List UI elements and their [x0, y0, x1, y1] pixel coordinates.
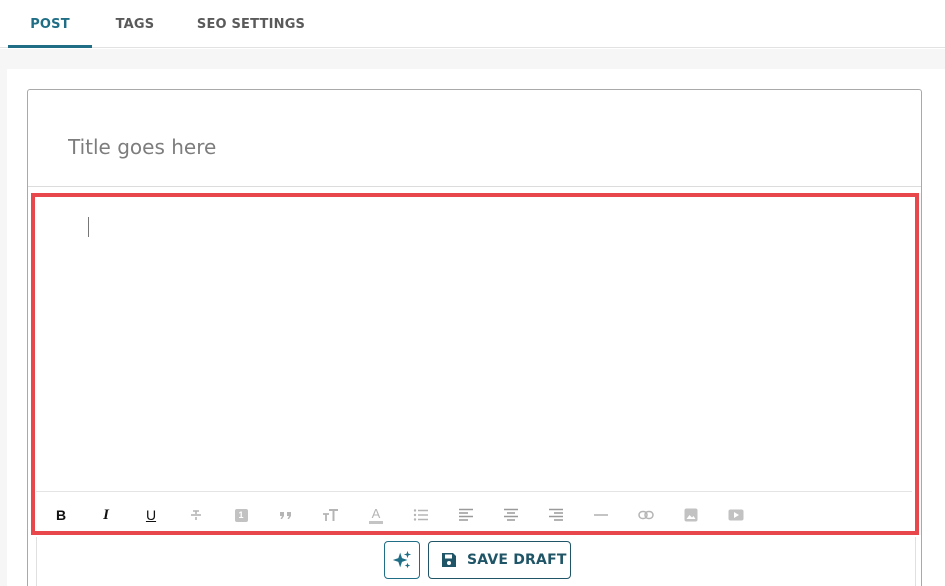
bold-button[interactable]: B: [49, 503, 73, 527]
link-icon: [638, 510, 654, 520]
align-right-icon: [549, 508, 563, 521]
save-draft-button[interactable]: SAVE DRAFT: [428, 541, 571, 579]
align-left-icon: [459, 508, 473, 521]
font-size-button[interactable]: [319, 503, 343, 527]
text-color-icon: A: [369, 507, 383, 524]
tab-tags[interactable]: TAGS: [104, 0, 166, 48]
italic-button[interactable]: I: [94, 503, 118, 527]
underline-button[interactable]: U: [139, 503, 163, 527]
tab-seo-settings[interactable]: SEO SETTINGS: [190, 0, 312, 48]
text-color-button[interactable]: A: [364, 503, 388, 527]
align-right-button[interactable]: [544, 503, 568, 527]
video-button[interactable]: [724, 503, 748, 527]
bold-icon: B: [55, 507, 67, 523]
title-input[interactable]: [68, 130, 768, 164]
numbered-box-icon: 1: [234, 508, 248, 522]
strikethrough-icon: [191, 510, 201, 520]
tab-bar: POST TAGS SEO SETTINGS: [0, 0, 945, 48]
body-editor[interactable]: [36, 200, 912, 488]
text-size-icon: [323, 509, 338, 521]
title-divider: [28, 186, 921, 187]
image-button[interactable]: [679, 503, 703, 527]
link-button[interactable]: [634, 503, 658, 527]
blockquote-button[interactable]: [274, 503, 298, 527]
tab-post[interactable]: POST: [8, 0, 92, 48]
ai-assist-button[interactable]: [384, 541, 420, 579]
save-draft-label: SAVE DRAFT: [467, 552, 567, 568]
italic-icon: I: [103, 506, 109, 523]
numbered-heading-button[interactable]: 1: [229, 503, 253, 527]
strikethrough-button[interactable]: [184, 503, 208, 527]
bullet-list-icon: [413, 509, 428, 521]
align-center-button[interactable]: [499, 503, 523, 527]
underline-icon: U: [145, 507, 157, 523]
active-tab-indicator: [8, 45, 92, 48]
horizontal-rule-icon: [594, 514, 608, 516]
align-center-icon: [504, 508, 518, 521]
floppy-disk-icon: [442, 553, 456, 567]
bullet-list-button[interactable]: [409, 503, 433, 527]
text-caret: [88, 217, 89, 237]
image-icon: [684, 508, 698, 522]
video-icon: [728, 509, 744, 521]
align-left-button[interactable]: [454, 503, 478, 527]
horizontal-rule-button[interactable]: [589, 503, 613, 527]
sparkles-icon: [392, 550, 412, 569]
quote-icon: [280, 512, 291, 519]
